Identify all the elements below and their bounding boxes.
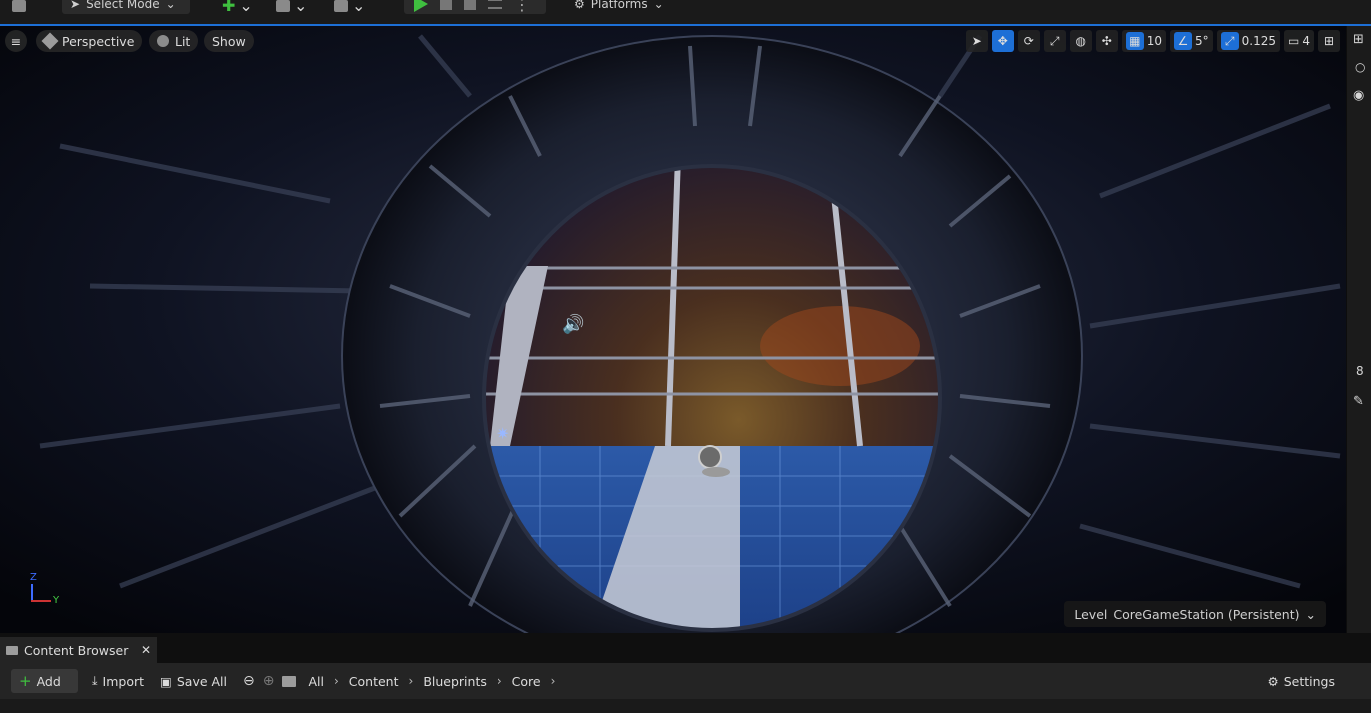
- grid-icon: ▦: [1125, 32, 1144, 50]
- show-button[interactable]: Show: [204, 30, 254, 52]
- breadcrumb-blueprints[interactable]: Blueprints: [417, 674, 493, 689]
- chevron-down-icon: ⌄: [294, 0, 308, 15]
- more-icon[interactable]: ⋮: [514, 0, 530, 14]
- content-browser-body: [0, 699, 1371, 713]
- rotation-snap-toggle[interactable]: ∠ 5°: [1170, 30, 1213, 52]
- content-browser-tab[interactable]: Content Browser ✕: [0, 637, 157, 663]
- plus-icon: +: [19, 672, 32, 690]
- audio-source-icon[interactable]: 🔊: [562, 314, 584, 335]
- breadcrumb-content[interactable]: Content: [343, 674, 405, 689]
- stop-icon[interactable]: [464, 0, 476, 10]
- save-all-button[interactable]: ▣ Save All: [152, 669, 235, 693]
- chevron-down-icon: ⌄: [239, 0, 253, 15]
- rotate-tool[interactable]: ⟳: [1017, 30, 1040, 52]
- select-mode-button[interactable]: ➤ Select Mode ⌄: [62, 0, 190, 14]
- chevron-down-icon: ⌄: [165, 0, 176, 11]
- surface-snap-toggle[interactable]: ✣: [1095, 30, 1118, 52]
- move-icon: ✥: [997, 34, 1008, 48]
- add-button[interactable]: + Add: [11, 669, 78, 693]
- import-button[interactable]: ⤓ Import: [84, 669, 152, 693]
- scale-snap-icon: ⤢: [1220, 32, 1239, 50]
- axis-y-label: Y: [53, 595, 60, 606]
- grid-snap-toggle[interactable]: ▦ 10: [1121, 30, 1167, 52]
- settings-button[interactable]: ⚙ Settings: [1260, 669, 1344, 693]
- cursor-icon: ➤: [971, 34, 982, 48]
- level-indicator[interactable]: Level CoreGameStation (Persistent) ⌄: [1064, 601, 1326, 627]
- axis-gizmo: Z Y: [22, 572, 72, 612]
- viewport-menu-button[interactable]: ≡: [5, 30, 27, 52]
- cube-icon: [41, 32, 59, 50]
- chevron-down-icon: ⌄: [352, 0, 366, 15]
- save-icon[interactable]: [12, 0, 26, 12]
- chevron-right-icon[interactable]: ›: [547, 674, 560, 688]
- lit-button[interactable]: Lit: [149, 30, 199, 52]
- light-source-icon[interactable]: ✷: [496, 424, 509, 443]
- layout-icon: ⊞: [1323, 34, 1335, 48]
- main-toolbar: ➤ Select Mode ⌄ ✚ ⌄ ⌄ ⌄ ⋮ ⚙ Platforms ⌄: [0, 0, 1371, 26]
- launch-options-icon[interactable]: [488, 0, 502, 9]
- add-cube-icon: ✚: [222, 0, 236, 15]
- folder-icon: [6, 645, 18, 655]
- cinematics-icon: [334, 0, 348, 12]
- add-actor-button[interactable]: ✚ ⌄: [222, 0, 253, 15]
- perspective-button[interactable]: Perspective: [36, 30, 143, 52]
- cursor-icon: ➤: [70, 0, 81, 11]
- platforms-icon: ⚙: [574, 0, 585, 11]
- chevron-down-icon: ⌄: [653, 0, 664, 11]
- globe-icon: ◍: [1075, 34, 1086, 48]
- content-browser-toolbar: + Add ⤓ Import ▣ Save All ⊖ ⊕ All › Cont…: [0, 663, 1371, 699]
- axis-x-line: [31, 600, 51, 602]
- gear-icon: ⚙: [1267, 673, 1279, 689]
- translate-tool[interactable]: ✥: [991, 30, 1014, 52]
- save-icon: ▣: [160, 673, 172, 689]
- rotate-icon: ⟳: [1023, 34, 1034, 48]
- scale-tool[interactable]: ⤢: [1043, 30, 1066, 52]
- breadcrumb-all[interactable]: All: [302, 674, 330, 689]
- chevron-right-icon[interactable]: ›: [405, 674, 418, 688]
- viewport-layout-button[interactable]: ⊞: [1318, 30, 1340, 52]
- camera-icon: ▭: [1288, 34, 1300, 48]
- breadcrumb-core[interactable]: Core: [506, 674, 547, 689]
- play-icon[interactable]: [414, 0, 428, 12]
- platforms-button[interactable]: ⚙ Platforms ⌄: [566, 0, 672, 14]
- import-icon: ⤓: [92, 673, 98, 688]
- sphere-icon: [157, 35, 169, 47]
- blueprint-icon: [276, 0, 290, 12]
- folder-icon: [282, 675, 297, 687]
- layout-icon[interactable]: ⊞: [1353, 32, 1364, 47]
- viewport-transform-tools: ➤ ✥ ⟳ ⤢ ◍ ✣ ▦ 10 ∠ 5° ⤢ 0.125 ▭ 4 ⊞: [965, 30, 1340, 52]
- cinematics-button[interactable]: ⌄: [334, 0, 365, 15]
- chevron-down-icon: ⌄: [1305, 606, 1316, 622]
- blueprint-button[interactable]: ⌄: [276, 0, 307, 15]
- play-controls: ⋮: [404, 0, 546, 14]
- step-icon[interactable]: [440, 0, 452, 10]
- scale-snap-toggle[interactable]: ⤢ 0.125: [1216, 30, 1281, 52]
- chevron-right-icon[interactable]: ›: [493, 674, 506, 688]
- select-tool[interactable]: ➤: [965, 30, 988, 52]
- chevron-right-icon[interactable]: ›: [330, 674, 343, 688]
- eye-icon[interactable]: ◉: [1353, 88, 1364, 103]
- back-icon[interactable]: ⊖: [243, 673, 255, 689]
- counter-label: 8: [1356, 364, 1364, 378]
- forward-icon[interactable]: ⊕: [263, 673, 275, 689]
- scene-render: [0, 26, 1346, 633]
- axis-z-label: Z: [30, 572, 37, 583]
- camera-speed-button[interactable]: ▭ 4: [1284, 30, 1314, 52]
- content-browser-tabbar: Content Browser ✕: [0, 633, 1371, 663]
- level-viewport[interactable]: 🔊 ✷ ≡ Perspective Lit Show ➤ ✥ ⟳ ⤢ ◍ ✣ ▦…: [0, 26, 1346, 633]
- world-local-toggle[interactable]: ◍: [1069, 30, 1092, 52]
- angle-icon: ∠: [1174, 32, 1193, 50]
- close-icon[interactable]: ✕: [141, 643, 151, 657]
- details-panel-edge: ⊞ ○ ◉ 8 ✎: [1346, 26, 1371, 633]
- hamburger-icon: ≡: [10, 33, 22, 49]
- edit-icon[interactable]: ✎: [1353, 394, 1364, 409]
- search-icon[interactable]: ○: [1355, 60, 1365, 74]
- scale-icon: ⤢: [1049, 33, 1060, 48]
- surface-snap-icon: ✣: [1101, 34, 1112, 48]
